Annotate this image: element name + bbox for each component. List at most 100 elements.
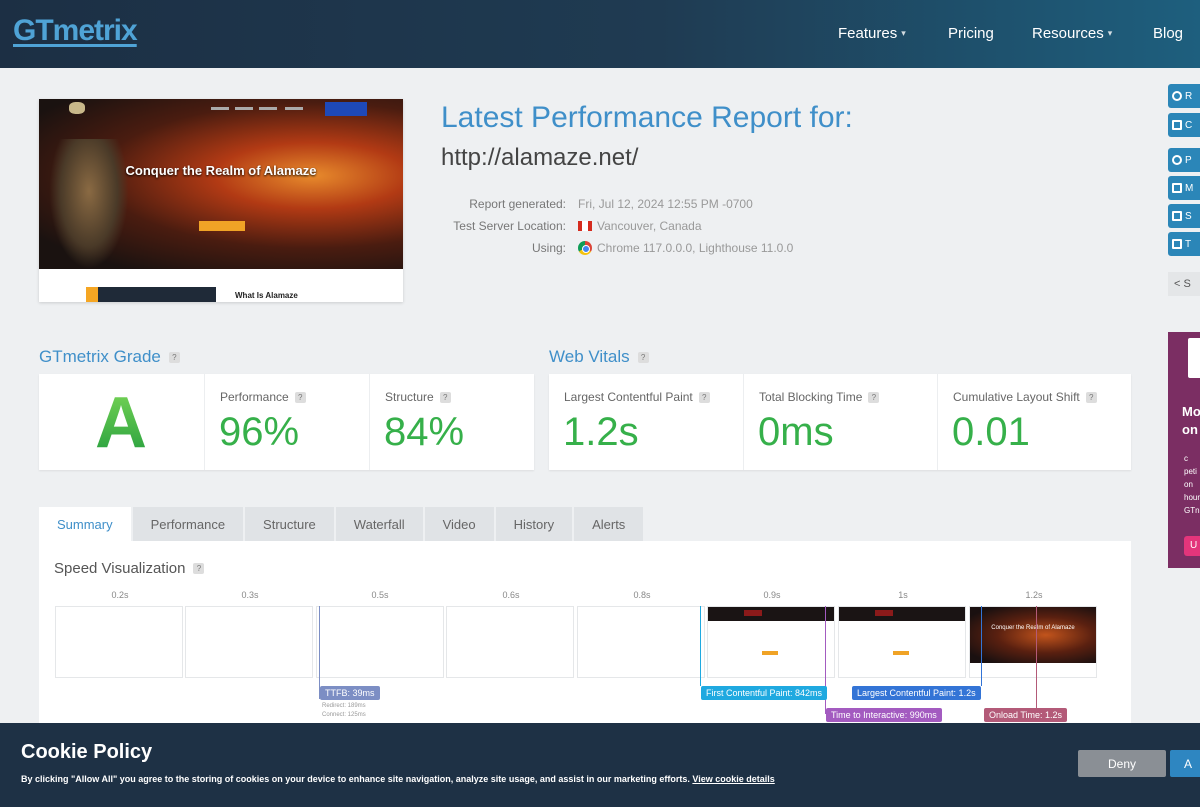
gtmetrix-logo[interactable]: GTmetrix bbox=[13, 14, 138, 48]
lcp-label-text: Largest Contentful Paint bbox=[564, 390, 693, 404]
help-icon[interactable]: ? bbox=[294, 391, 306, 403]
tti-marker[interactable]: Time to Interactive: 990ms bbox=[826, 708, 942, 722]
vitals-heading-text: Web Vitals bbox=[549, 347, 630, 366]
tab-structure[interactable]: Structure bbox=[245, 507, 334, 541]
tab-performance[interactable]: Performance bbox=[132, 507, 244, 541]
chevron-down-icon: ▾ bbox=[1107, 28, 1113, 38]
ttfb-marker[interactable]: TTFB: 39ms bbox=[320, 686, 380, 700]
view-cookie-details-link[interactable]: View cookie details bbox=[692, 774, 774, 784]
frame-hero-title: Conquer the Realm of Alamaze bbox=[991, 625, 1075, 631]
performance-cell: Performance? 96% bbox=[204, 374, 369, 470]
tab-waterfall[interactable]: Waterfall bbox=[335, 507, 423, 541]
nav-pricing[interactable]: Pricing bbox=[948, 25, 994, 42]
promo-button[interactable]: U bbox=[1184, 536, 1200, 556]
preview-cta bbox=[325, 102, 367, 116]
help-icon[interactable]: ? bbox=[168, 351, 180, 363]
cls-label: Cumulative Layout Shift? bbox=[953, 390, 1097, 404]
report-tabs: Summary Performance Structure Waterfall … bbox=[39, 507, 644, 541]
help-icon[interactable]: ? bbox=[1085, 391, 1097, 403]
performance-label-text: Performance bbox=[220, 390, 289, 404]
refresh-icon bbox=[1172, 91, 1182, 101]
frame-hero bbox=[970, 607, 1096, 663]
rail-monitor-button[interactable]: M bbox=[1168, 176, 1200, 200]
cookie-banner: Cookie Policy By clicking "Allow All" yo… bbox=[0, 723, 1200, 807]
frame-header bbox=[839, 607, 965, 621]
grade-card: A Performance? 96% Structure? 84% bbox=[39, 374, 534, 470]
help-icon[interactable]: ? bbox=[637, 351, 649, 363]
help-icon[interactable]: ? bbox=[868, 391, 880, 403]
nav-resources[interactable]: Resources ▾ bbox=[1032, 25, 1112, 42]
filmstrip-frame[interactable] bbox=[55, 606, 183, 678]
rail-tag-button[interactable]: T bbox=[1168, 232, 1200, 256]
rail-compare-button[interactable]: C bbox=[1168, 113, 1200, 137]
onload-marker[interactable]: Onload Time: 1.2s bbox=[984, 708, 1068, 722]
tab-summary[interactable]: Summary bbox=[39, 507, 131, 541]
filmstrip-frame[interactable] bbox=[316, 606, 444, 678]
ttfb-connect: Connect: 125ms bbox=[322, 712, 366, 718]
rail-label: P bbox=[1185, 154, 1192, 166]
cls-cell: Cumulative Layout Shift? 0.01 bbox=[937, 374, 1131, 470]
help-icon[interactable]: ? bbox=[439, 391, 451, 403]
document-icon bbox=[1188, 338, 1200, 378]
rail-share-button[interactable]: < S bbox=[1168, 272, 1200, 296]
help-icon[interactable]: ? bbox=[698, 391, 710, 403]
generated-date: Fri, Jul 12, 2024 12:55 PM -0700 bbox=[578, 197, 753, 211]
frame-time: 1s bbox=[898, 590, 908, 600]
report-url[interactable]: http://alamaze.net/ bbox=[441, 144, 638, 172]
chrome-icon bbox=[578, 241, 592, 255]
rail-save-button[interactable]: S bbox=[1168, 204, 1200, 228]
rail-label: S bbox=[1183, 278, 1191, 290]
monitor-icon bbox=[1172, 183, 1182, 193]
web-vitals-card: Largest Contentful Paint? 1.2s Total Blo… bbox=[549, 374, 1131, 470]
preview-section-title: What Is Alamaze bbox=[235, 291, 298, 300]
tab-video[interactable]: Video bbox=[424, 507, 494, 541]
filmstrip-frame[interactable] bbox=[707, 606, 835, 678]
speed-visualization-panel: Speed Visualization? 0.2s 0.3s 0.5s 0.6s… bbox=[39, 541, 1131, 741]
allow-all-button[interactable]: A bbox=[1170, 750, 1200, 777]
rail-retest-button[interactable]: R bbox=[1168, 84, 1200, 108]
filmstrip-frame[interactable] bbox=[446, 606, 574, 678]
performance-score: 96% bbox=[219, 410, 300, 454]
nav-blog-label: Blog bbox=[1153, 25, 1184, 42]
nav-features-label: Features bbox=[838, 25, 898, 42]
preview-link bbox=[235, 107, 253, 110]
help-icon[interactable]: ? bbox=[193, 563, 205, 574]
cookie-title: Cookie Policy bbox=[21, 741, 153, 763]
preview-link bbox=[259, 107, 277, 110]
fcp-marker[interactable]: First Contentful Paint: 842ms bbox=[701, 686, 828, 700]
server-location-value: Vancouver, Canada bbox=[578, 219, 702, 233]
onload-line bbox=[1036, 606, 1037, 714]
ttfb-redirect: Redirect: 189ms bbox=[322, 703, 366, 709]
frame-time: 0.9s bbox=[763, 590, 781, 600]
gtmetrix-grade-heading: GTmetrix Grade? bbox=[39, 347, 180, 367]
tbt-label-text: Total Blocking Time bbox=[759, 390, 863, 404]
performance-label: Performance? bbox=[220, 390, 306, 404]
rail-label: M bbox=[1185, 182, 1194, 194]
rail-label: R bbox=[1185, 90, 1193, 102]
tab-alerts[interactable]: Alerts bbox=[574, 507, 644, 541]
cls-value: 0.01 bbox=[952, 410, 1030, 454]
speed-heading-text: Speed Visualization bbox=[54, 560, 186, 577]
filmstrip-frame[interactable] bbox=[838, 606, 966, 678]
filmstrip-frame[interactable]: Conquer the Realm of Alamaze bbox=[969, 606, 1097, 678]
deny-button[interactable]: Deny bbox=[1078, 750, 1166, 777]
top-navigation-bar: GTmetrix Features ▾ Pricing Resources ▾ Bl… bbox=[0, 0, 1200, 68]
nav-blog[interactable]: Blog bbox=[1153, 25, 1183, 42]
rail-label: T bbox=[1185, 238, 1192, 250]
nav-features[interactable]: Features ▾ bbox=[838, 25, 906, 42]
filmstrip-frame[interactable] bbox=[185, 606, 313, 678]
fcp-line bbox=[700, 606, 701, 686]
lcp-marker[interactable]: Largest Contentful Paint: 1.2s bbox=[852, 686, 981, 700]
promo-line-1: Mo bbox=[1182, 404, 1200, 419]
tab-history[interactable]: History bbox=[495, 507, 573, 541]
web-vitals-heading: Web Vitals? bbox=[549, 347, 649, 367]
filmstrip-frame[interactable] bbox=[577, 606, 705, 678]
using-value: Chrome 117.0.0.0, Lighthouse 11.0.0 bbox=[578, 241, 793, 255]
preview-link bbox=[285, 107, 303, 110]
grade-letter: A bbox=[39, 382, 203, 464]
report-title: Latest Performance Report for: bbox=[441, 101, 853, 134]
rail-pdf-button[interactable]: P bbox=[1168, 148, 1200, 172]
lcp-label: Largest Contentful Paint? bbox=[564, 390, 710, 404]
frame-time: 0.3s bbox=[241, 590, 259, 600]
canada-flag-icon bbox=[578, 221, 592, 231]
